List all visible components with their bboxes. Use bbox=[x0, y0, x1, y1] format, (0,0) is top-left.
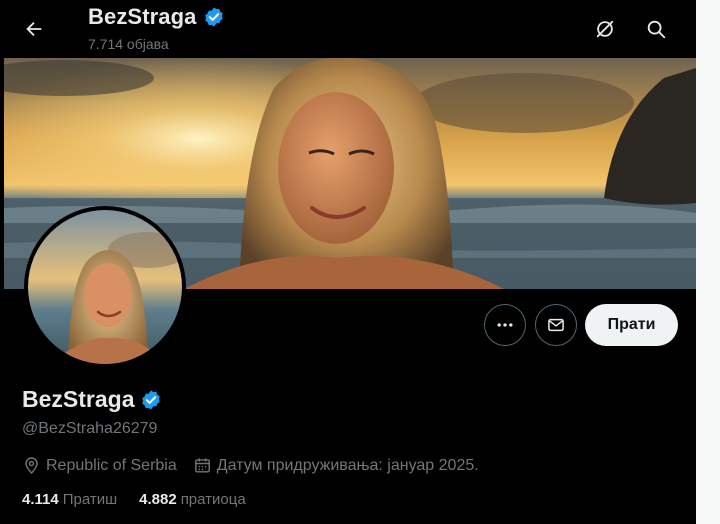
profile-avatar[interactable] bbox=[24, 206, 186, 368]
mail-icon bbox=[548, 318, 564, 332]
profile-name-row: BezStraga bbox=[22, 386, 162, 413]
follow-button[interactable]: Прати bbox=[585, 304, 678, 346]
header-title: BezStraga bbox=[88, 4, 225, 30]
more-icon bbox=[497, 323, 513, 327]
display-name: BezStraga bbox=[22, 386, 135, 412]
profile-header: BezStraga 7.714 објава bbox=[0, 0, 696, 58]
profile-handle: @BezStraha26279 bbox=[22, 420, 158, 437]
profile-page: BezStraga 7.714 објава Прати BezStraga @… bbox=[0, 0, 720, 524]
posts-count: 7.714 објава bbox=[88, 36, 169, 52]
header-name: BezStraga bbox=[88, 4, 197, 29]
followers-label: пратиоца bbox=[180, 491, 246, 508]
location-item: Republic of Serbia bbox=[22, 456, 177, 475]
right-edge-panel bbox=[696, 0, 720, 524]
followers-link[interactable]: 4.882 пратиоца bbox=[139, 491, 246, 508]
grok-icon bbox=[596, 20, 614, 38]
joined-item: Датум придруживања: јануар 2025. bbox=[193, 456, 479, 475]
profile-meta: Republic of Serbia Датум придруживања: ј… bbox=[22, 456, 495, 475]
following-link[interactable]: 4.114 Пратиш bbox=[22, 491, 117, 508]
more-button[interactable] bbox=[484, 304, 526, 346]
search-icon bbox=[647, 20, 666, 39]
calendar-icon bbox=[194, 458, 210, 473]
message-button[interactable] bbox=[535, 304, 577, 346]
follow-stats: 4.114 Пратиш 4.882 пратиоца bbox=[22, 491, 268, 508]
search-button[interactable] bbox=[638, 11, 674, 47]
following-label: Пратиш bbox=[62, 491, 118, 508]
followers-count: 4.882 bbox=[139, 491, 177, 508]
location-text: Republic of Serbia bbox=[46, 456, 177, 474]
following-count: 4.114 bbox=[22, 491, 59, 508]
joined-text: Датум придруживања: јануар 2025. bbox=[216, 456, 479, 474]
back-button[interactable] bbox=[16, 11, 52, 47]
verified-badge-icon[interactable] bbox=[140, 389, 162, 411]
grok-button[interactable] bbox=[587, 11, 623, 47]
location-pin-icon bbox=[25, 457, 38, 475]
verified-badge-icon bbox=[204, 7, 223, 27]
back-arrow-icon bbox=[26, 21, 42, 37]
